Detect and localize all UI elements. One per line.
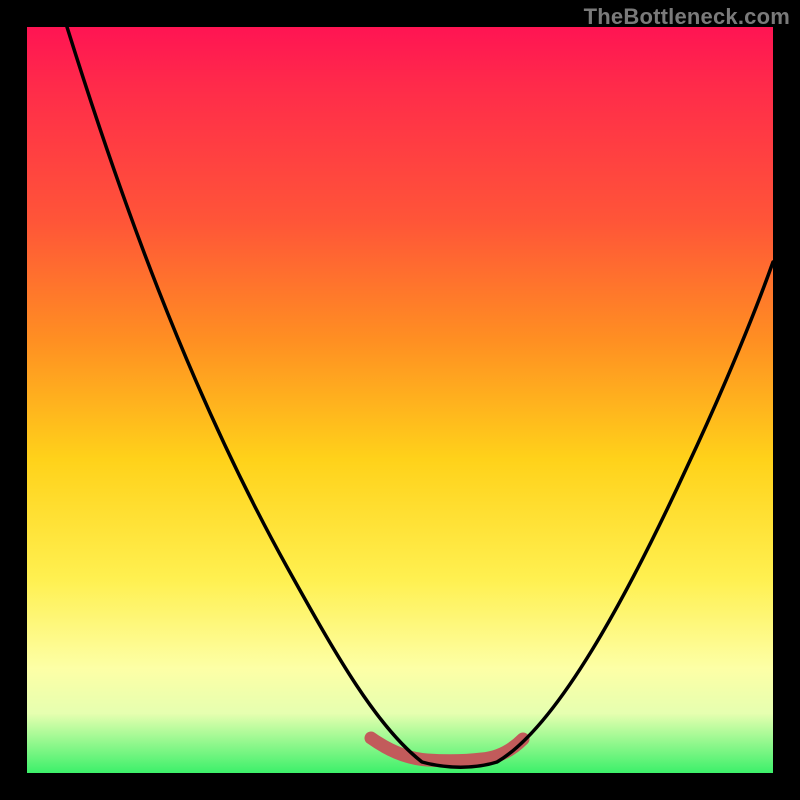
plot-area xyxy=(27,27,773,773)
chart-frame: TheBottleneck.com xyxy=(0,0,800,800)
optimal-band-segment xyxy=(371,738,523,761)
bottleneck-curve-path xyxy=(67,27,773,767)
curve-svg xyxy=(27,27,773,773)
